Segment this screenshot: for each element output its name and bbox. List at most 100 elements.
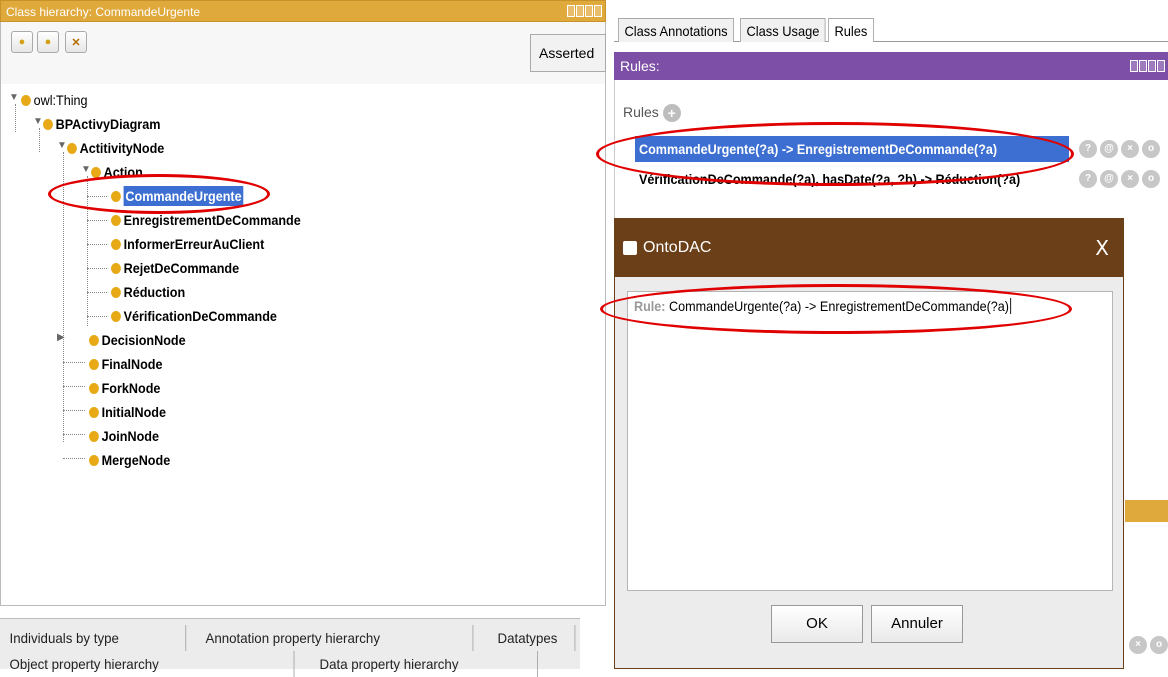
tree-node-finalnode[interactable]: FinalNode [89,354,163,374]
cancel-button[interactable]: Annuler [871,605,963,643]
tab-class-usage[interactable]: Class Usage [740,18,826,42]
class-icon [111,286,121,298]
tree-node-actitivitynode[interactable]: ActitivityNode [67,138,164,158]
select-value: Asserted [539,45,595,61]
tree-node-mergenode[interactable]: MergeNode [89,450,170,470]
class-icon [111,214,121,226]
tree-node-label: RejetDeCommande [123,260,240,276]
section-title: Rules: [620,58,660,74]
rules-header-label: Rules [623,104,659,120]
class-icon [111,238,121,250]
delete-icon[interactable]: × [1121,170,1139,188]
window-buttons[interactable] [1130,60,1165,72]
rules-section-bar: Rules: [614,52,1168,80]
bottom-tab-strip: Individuals by type Annotation property … [0,618,580,677]
class-icon [89,358,99,370]
hierarchy-view-select[interactable]: Asserted ▼ [530,34,606,97]
minimize-icon[interactable] [1139,60,1147,72]
tab-data-property-hierarchy[interactable]: Data property hierarchy [310,651,538,677]
rule-editor-field[interactable]: Rule: CommandeUrgente(?a) -> Enregistrem… [627,291,1113,591]
delete-class-icon[interactable]: ✕ [65,31,87,53]
close-icon[interactable] [594,5,602,17]
highlight-ellipse [596,122,1074,186]
edit-icon[interactable]: o [1142,170,1160,188]
window-buttons[interactable] [567,5,602,17]
tree-node-joinnode[interactable]: JoinNode [89,426,159,446]
expand-arrow-icon[interactable]: ▼ [33,116,43,127]
class-icon [111,262,121,274]
expand-arrow-icon[interactable]: ▼ [57,140,67,151]
class-icon [89,382,99,394]
tree-node-label: InformerErreurAuClient [123,236,265,252]
tree-node-decisionnode[interactable]: DecisionNode [89,330,186,350]
tree-node-forknode[interactable]: ForkNode [89,378,160,398]
tab-annotation-property-hierarchy[interactable]: Annotation property hierarchy [196,625,474,651]
tree-node-initialnode[interactable]: InitialNode [89,402,166,422]
dialog-titlebar: OntoDAC X [615,219,1123,277]
expand-arrow-icon[interactable]: ▼ [81,164,91,175]
class-icon [89,334,99,346]
class-icon [21,94,31,106]
dialog-title: OntoDAC [643,239,712,256]
class-toolbar: ● ● ✕ [0,22,606,84]
view-icon[interactable] [1130,60,1138,72]
tree-node-label: MergeNode [101,452,171,468]
annotate-icon[interactable]: @ [1100,170,1118,188]
help-icon[interactable]: ? [1079,140,1097,158]
edit-icon[interactable]: o [1150,636,1168,654]
expand-arrow-icon[interactable]: ▼ [9,92,19,103]
minimize-icon[interactable] [576,5,584,17]
annotate-icon[interactable]: @ [1100,140,1118,158]
class-icon [89,454,99,466]
tree-node-bpactivydiagram[interactable]: BPActivyDiagram [43,114,160,134]
tree-node-label: Réduction [123,284,186,300]
class-icon [43,118,53,130]
class-icon [67,142,77,154]
tab-individuals-by-type[interactable]: Individuals by type [0,625,187,651]
view-icon[interactable] [567,5,575,17]
class-icon [89,406,99,418]
tree-node-label: FinalNode [101,356,163,372]
maximize-icon[interactable] [1148,60,1156,72]
tree-node-label: DecisionNode [101,332,186,348]
edit-icon[interactable]: o [1142,140,1160,158]
panel-title: Class hierarchy: CommandeUrgente [6,5,201,19]
rule-actions: ? @ × o [1079,170,1160,188]
tree-node-reduction[interactable]: Réduction [111,282,185,302]
tree-node-label: ActitivityNode [79,140,165,156]
class-tree[interactable]: ▼ ▼ ▼ ▼ ▶ owl:Thing BPActivyDiagram Acti… [0,84,606,606]
class-icon [89,430,99,442]
tree-node-owl-thing[interactable]: owl:Thing [21,90,88,110]
tab-datatypes[interactable]: Datatypes [488,625,576,651]
tab-object-property-hierarchy[interactable]: Object property hierarchy [0,651,295,677]
close-icon[interactable] [1157,60,1165,72]
add-subclass-icon[interactable]: ● [11,31,33,53]
tree-node-verificationdecommande[interactable]: VérificationDeCommande [111,306,277,326]
class-icon [111,310,121,322]
tab-rules[interactable]: Rules [828,18,874,42]
rules-header: Rules + [623,104,681,123]
tree-node-label: VérificationDeCommande [123,308,277,324]
tree-node-informererreuraucliant[interactable]: InformerErreurAuClient [111,234,264,254]
ok-button[interactable]: OK [771,605,863,643]
tree-node-label: BPActivyDiagram [55,116,161,132]
collapse-arrow-icon[interactable]: ▶ [57,332,65,343]
tab-class-annotations[interactable]: Class Annotations [618,18,734,42]
panel-titlebar-fragment [1125,500,1168,522]
tree-node-rejetdecommande[interactable]: RejetDeCommande [111,258,239,278]
delete-icon[interactable]: × [1121,140,1139,158]
close-icon[interactable]: X [1095,219,1109,277]
tree-node-label: InitialNode [101,404,167,420]
right-tab-strip: Class Annotations Class Usage Rules [614,14,1168,42]
tree-node-label: ForkNode [101,380,161,396]
class-icon [91,166,101,178]
rule-actions-partial: × o [1129,636,1168,654]
add-sibling-icon[interactable]: ● [37,31,59,53]
tree-node-label: JoinNode [101,428,160,444]
add-rule-icon[interactable]: + [662,104,681,123]
help-icon[interactable]: ? [1079,170,1097,188]
app-logo-icon [623,241,637,255]
delete-icon[interactable]: × [1129,636,1147,654]
maximize-icon[interactable] [585,5,593,17]
tree-node-label: owl:Thing [33,92,88,108]
